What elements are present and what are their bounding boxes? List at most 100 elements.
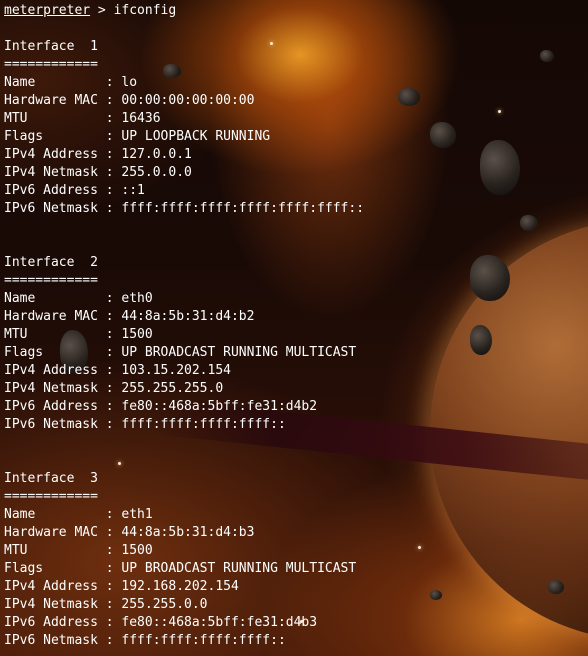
field-value: 44:8a:5b:31:d4:b2 <box>121 309 255 324</box>
background-asteroid <box>540 50 554 62</box>
field-separator: : <box>105 561 122 576</box>
interface-title: Interface 2 <box>4 255 98 270</box>
interface-field: IPv6 Netmask : ffff:ffff:ffff:ffff:: <box>4 632 364 650</box>
field-value: 255.255.255.0 <box>121 381 224 396</box>
field-key: Hardware MAC <box>4 309 106 324</box>
field-key: MTU <box>4 543 106 558</box>
interface-field: Hardware MAC : 44:8a:5b:31:d4:b2 <box>4 308 364 326</box>
field-separator: : <box>105 381 122 396</box>
background-asteroid <box>430 122 456 148</box>
field-separator: : <box>105 291 122 306</box>
interface-header: Interface 2 <box>4 254 364 272</box>
field-separator: : <box>105 363 122 378</box>
interface-field: IPv4 Address : 103.15.202.154 <box>4 362 364 380</box>
interface-rule: ============ <box>4 489 98 504</box>
interface-header: Interface 3 <box>4 470 364 488</box>
field-key: Name <box>4 291 106 306</box>
field-separator: : <box>105 129 122 144</box>
interface-header: Interface 1 <box>4 38 364 56</box>
field-separator: : <box>105 93 122 108</box>
field-value: ::1 <box>121 183 145 198</box>
field-value: 16436 <box>121 111 161 126</box>
field-key: IPv4 Netmask <box>4 381 106 396</box>
interface-field: Name : lo <box>4 74 364 92</box>
field-value: ffff:ffff:ffff:ffff:: <box>121 633 286 648</box>
field-value: eth0 <box>121 291 153 306</box>
field-key: MTU <box>4 327 106 342</box>
interface-field: IPv4 Netmask : 255.255.0.0 <box>4 596 364 614</box>
field-separator: : <box>105 309 122 324</box>
interface-field: IPv6 Netmask : ffff:ffff:ffff:ffff:ffff:… <box>4 200 364 218</box>
background-asteroid <box>398 88 420 106</box>
interface-field: IPv4 Netmask : 255.255.255.0 <box>4 380 364 398</box>
field-separator: : <box>105 579 122 594</box>
field-key: IPv6 Address <box>4 183 106 198</box>
field-key: IPv4 Address <box>4 363 106 378</box>
interface-field: MTU : 16436 <box>4 110 364 128</box>
interface-field: MTU : 1500 <box>4 326 364 344</box>
field-key: Flags <box>4 561 106 576</box>
interface-rule: ============ <box>4 273 98 288</box>
field-separator: : <box>105 615 122 630</box>
field-separator: : <box>105 345 122 360</box>
background-asteroid <box>430 590 442 600</box>
interface-field: IPv4 Address : 127.0.0.1 <box>4 146 364 164</box>
field-key: IPv4 Address <box>4 579 106 594</box>
interface-underline: ============ <box>4 488 364 506</box>
terminal-window[interactable]: meterpreter > ifconfig Interface 1 ======… <box>0 0 588 656</box>
field-separator: : <box>105 327 122 342</box>
interface-field: IPv4 Address : 192.168.202.154 <box>4 578 364 596</box>
field-separator: : <box>105 543 122 558</box>
field-key: Flags <box>4 129 106 144</box>
field-separator: : <box>105 633 122 648</box>
field-separator: : <box>105 165 122 180</box>
field-separator: : <box>105 201 122 216</box>
prompt-line: meterpreter > ifconfig <box>4 2 364 20</box>
field-key: Hardware MAC <box>4 93 106 108</box>
interface-field: Name : eth0 <box>4 290 364 308</box>
field-separator: : <box>105 507 122 522</box>
interface-field: IPv6 Address : fe80::468a:5bff:fe31:d4b2 <box>4 398 364 416</box>
terminal-output: meterpreter > ifconfig Interface 1 ======… <box>4 2 364 650</box>
interface-field: IPv6 Address : fe80::468a:5bff:fe31:d4b3 <box>4 614 364 632</box>
field-key: MTU <box>4 111 106 126</box>
background-star <box>418 546 421 549</box>
field-value: 255.255.0.0 <box>121 597 208 612</box>
field-separator: : <box>105 75 122 90</box>
field-separator: : <box>105 417 122 432</box>
interface-field: IPv6 Address : ::1 <box>4 182 364 200</box>
interface-title: Interface 1 <box>4 39 98 54</box>
field-separator: : <box>105 399 122 414</box>
field-value: 127.0.0.1 <box>121 147 192 162</box>
field-value: 192.168.202.154 <box>121 579 239 594</box>
interface-field: IPv4 Netmask : 255.0.0.0 <box>4 164 364 182</box>
prompt-separator: > <box>90 3 114 18</box>
field-value: 1500 <box>121 543 153 558</box>
interface-field: Flags : UP BROADCAST RUNNING MULTICAST <box>4 560 364 578</box>
field-value: fe80::468a:5bff:fe31:d4b3 <box>121 615 318 630</box>
interface-underline: ============ <box>4 56 364 74</box>
field-key: IPv4 Netmask <box>4 597 106 612</box>
interface-title: Interface 3 <box>4 471 98 486</box>
field-key: IPv6 Netmask <box>4 201 106 216</box>
field-value: fe80::468a:5bff:fe31:d4b2 <box>121 399 318 414</box>
background-asteroid <box>470 255 510 301</box>
field-key: Hardware MAC <box>4 525 106 540</box>
field-key: IPv4 Netmask <box>4 165 106 180</box>
prompt-command: ifconfig <box>113 3 177 18</box>
field-value: eth1 <box>121 507 153 522</box>
interface-field: IPv6 Netmask : ffff:ffff:ffff:ffff:: <box>4 416 364 434</box>
interface-field: Hardware MAC : 00:00:00:00:00:00 <box>4 92 364 110</box>
field-value: 103.15.202.154 <box>121 363 231 378</box>
field-separator: : <box>105 183 122 198</box>
field-key: Name <box>4 507 106 522</box>
field-separator: : <box>105 597 122 612</box>
field-value: 255.0.0.0 <box>121 165 192 180</box>
interface-field: Flags : UP LOOPBACK RUNNING <box>4 128 364 146</box>
field-key: IPv6 Address <box>4 399 106 414</box>
